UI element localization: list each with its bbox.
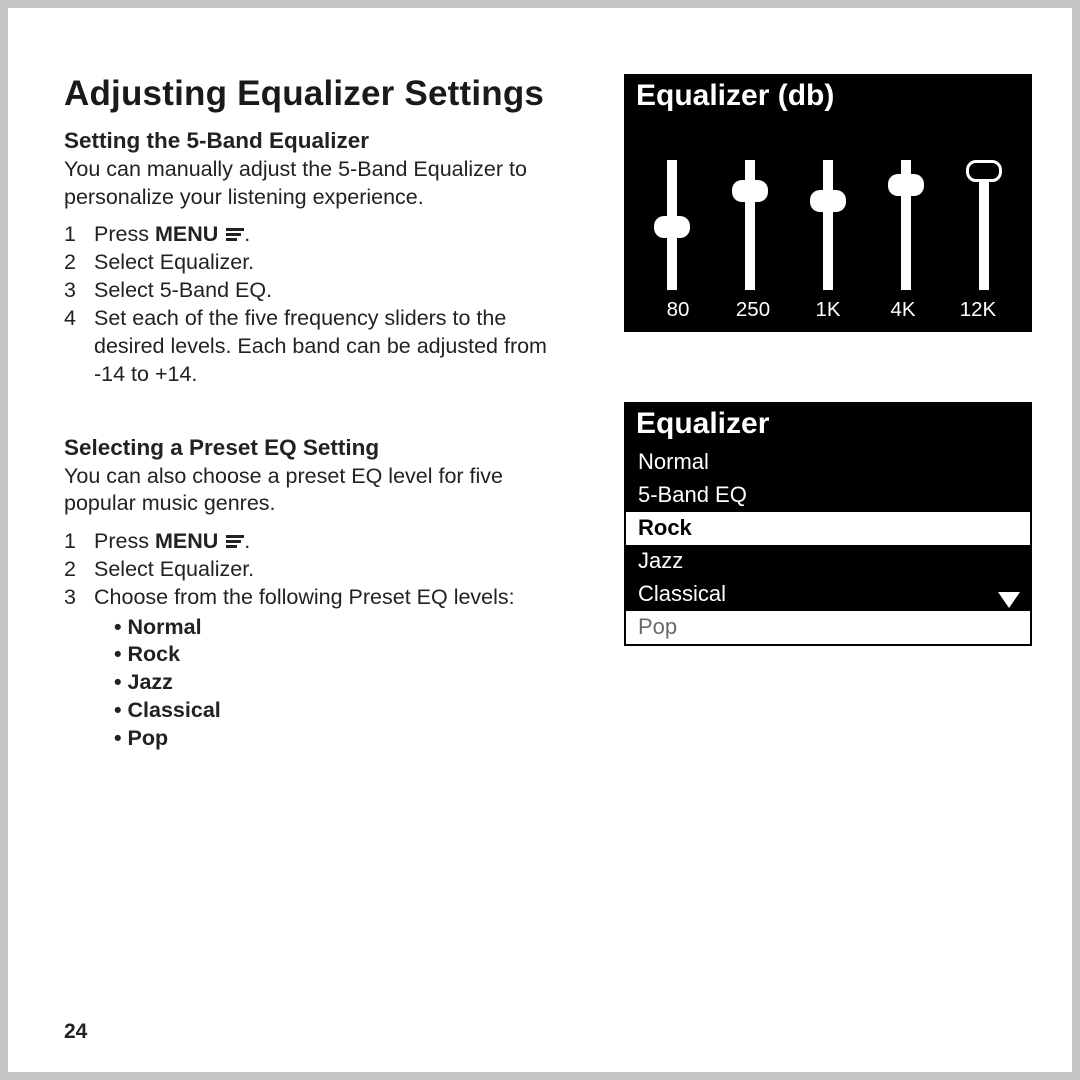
- eq-slider[interactable]: [876, 160, 936, 290]
- page-number: 24: [64, 1020, 87, 1044]
- preset-item: Rock: [114, 641, 574, 669]
- eq-slider[interactable]: [798, 160, 858, 290]
- preset-item: Normal: [114, 614, 574, 642]
- eq-menu-item[interactable]: Rock: [626, 512, 1030, 545]
- preset-list: Normal Rock Jazz Classical Pop: [94, 614, 574, 754]
- preset-item: Jazz: [114, 669, 574, 697]
- eq-slider-track[interactable]: [979, 160, 989, 290]
- eq-slider-knob[interactable]: [966, 160, 1002, 182]
- eq-freq-label: 250: [723, 298, 783, 322]
- eq-freq-label: 12K: [948, 298, 1008, 322]
- section2-heading: Selecting a Preset EQ Setting: [64, 435, 580, 461]
- step-text: Choose from the following Preset EQ leve…: [94, 585, 515, 609]
- eq-slider-knob[interactable]: [732, 180, 768, 202]
- eq-db-screen: Equalizer (db) 80 250 1K 4K 12K: [624, 74, 1032, 332]
- menu-icon: [226, 533, 244, 550]
- step-text: Press: [94, 222, 155, 246]
- step-text-suffix: .: [244, 222, 250, 246]
- eq-db-title: Equalizer (db): [626, 76, 1030, 118]
- step-menu-word: MENU: [155, 529, 218, 553]
- eq-menu-item[interactable]: Classical: [626, 578, 1030, 611]
- eq-slider-track[interactable]: [901, 160, 911, 290]
- eq-freq-label: 4K: [873, 298, 933, 322]
- eq-slider-track[interactable]: [745, 160, 755, 290]
- step-text: Select Equalizer.: [94, 556, 574, 584]
- section2-steps: Press MENU . Select Equalizer. Choose fr…: [64, 528, 580, 754]
- step-text: Select Equalizer.: [94, 249, 574, 277]
- manual-page: Adjusting Equalizer Settings Setting the…: [8, 8, 1072, 1072]
- eq-slider-track[interactable]: [823, 160, 833, 290]
- left-column: Adjusting Equalizer Settings Setting the…: [64, 74, 580, 753]
- eq-menu-item[interactable]: Normal: [626, 446, 1030, 479]
- section2-intro: You can also choose a preset EQ level fo…: [64, 463, 580, 518]
- page-title: Adjusting Equalizer Settings: [64, 74, 580, 114]
- step-menu-word: MENU: [155, 222, 218, 246]
- eq-slider-knob[interactable]: [654, 216, 690, 238]
- eq-freq-labels: 80 250 1K 4K 12K: [642, 298, 1014, 322]
- eq-slider[interactable]: [954, 160, 1014, 290]
- eq-slider[interactable]: [642, 160, 702, 290]
- eq-slider-knob[interactable]: [810, 190, 846, 212]
- eq-menu-body: Normal5-Band EQRockJazzClassicalPop: [626, 446, 1030, 644]
- eq-sliders: [642, 132, 1014, 290]
- eq-slider-knob[interactable]: [888, 174, 924, 196]
- right-column: Equalizer (db) 80 250 1K 4K 12K Equalizer No…: [624, 74, 1032, 753]
- section1-intro: You can manually adjust the 5-Band Equal…: [64, 156, 580, 211]
- section1-heading: Setting the 5-Band Equalizer: [64, 128, 580, 154]
- step-text: Press: [94, 529, 155, 553]
- step-text: Select 5-Band EQ.: [94, 277, 574, 305]
- preset-item: Pop: [114, 725, 574, 753]
- eq-freq-label: 80: [648, 298, 708, 322]
- scroll-down-icon[interactable]: [998, 592, 1020, 608]
- eq-menu-title: Equalizer: [626, 404, 1030, 446]
- step-text-suffix: .: [244, 529, 250, 553]
- eq-menu-item[interactable]: 5-Band EQ: [626, 479, 1030, 512]
- step-text: Set each of the five frequency sliders t…: [94, 305, 574, 389]
- eq-menu-item[interactable]: Jazz: [626, 545, 1030, 578]
- eq-freq-label: 1K: [798, 298, 858, 322]
- eq-menu-screen: Equalizer Normal5-Band EQRockJazzClassic…: [624, 402, 1032, 646]
- eq-slider-track[interactable]: [667, 160, 677, 290]
- preset-item: Classical: [114, 697, 574, 725]
- eq-menu-item[interactable]: Pop: [626, 611, 1030, 644]
- menu-icon: [226, 226, 244, 243]
- section1-steps: Press MENU . Select Equalizer. Select 5-…: [64, 221, 580, 389]
- eq-slider[interactable]: [720, 160, 780, 290]
